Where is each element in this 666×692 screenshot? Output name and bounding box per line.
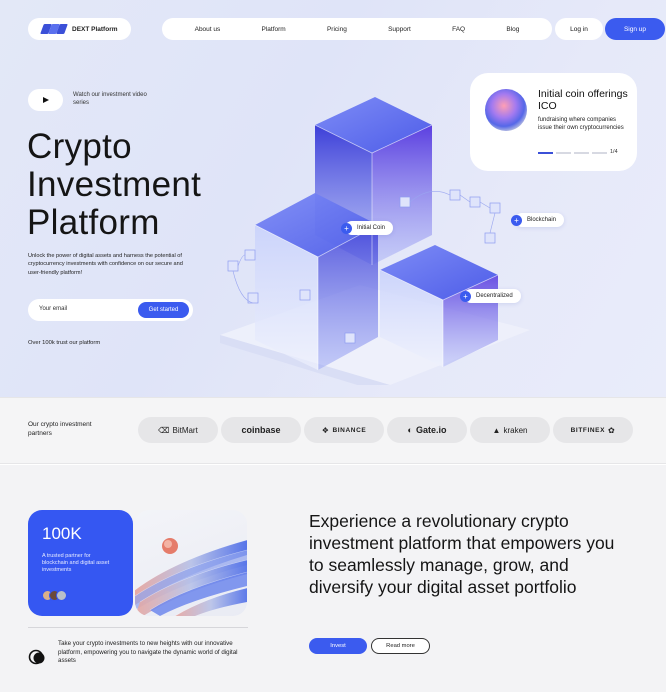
nav-link-blog[interactable]: Blog xyxy=(506,26,519,33)
partners-label: Our crypto investment partners xyxy=(28,421,92,437)
email-form: Your email Get started xyxy=(28,299,193,321)
bitmart-icon: ⌫ xyxy=(158,425,170,435)
email-input[interactable]: Your email xyxy=(39,306,67,312)
hero-title: Crypto Investment Platform xyxy=(27,128,201,242)
plus-icon: + xyxy=(460,290,471,302)
tag-blockchain[interactable]: + Blockchain xyxy=(511,213,565,227)
kraken-icon: ▲ xyxy=(492,425,501,435)
login-button[interactable]: Log in xyxy=(555,18,603,40)
partner-name: Gate.io xyxy=(415,425,447,435)
nav-link-support[interactable]: Support xyxy=(388,26,411,33)
signup-button[interactable]: Sign up xyxy=(605,18,665,40)
partner-binance[interactable]: ❖ BINANCE xyxy=(304,417,384,443)
partner-name: coinbase xyxy=(241,425,281,435)
crypto-coins-icon xyxy=(28,649,45,665)
nav-link-pricing[interactable]: Pricing xyxy=(327,26,347,33)
partners-section: Our crypto investment partners ⌫ BitMart… xyxy=(0,397,666,464)
read-more-button[interactable]: Read more xyxy=(371,638,430,654)
nav-link-platform[interactable]: Platform xyxy=(262,26,286,33)
hero-description: Unlock the power of digital assets and h… xyxy=(28,253,183,276)
stat-description: A trusted partner for blockchain and dig… xyxy=(42,553,110,573)
avatar xyxy=(56,590,67,601)
abstract-art-graphic xyxy=(135,538,247,616)
partner-gateio[interactable]: ◐ Gate.io xyxy=(387,417,467,443)
play-icon xyxy=(42,97,49,103)
hero-title-line: Platform xyxy=(27,203,160,242)
partner-name: BitMart xyxy=(172,425,198,435)
section-headline: Experience a revolutionary crypto invest… xyxy=(309,511,615,597)
tag-label: Blockchain xyxy=(527,217,557,223)
nav-link-faq[interactable]: FAQ xyxy=(452,26,465,33)
tag-label: Decentralized xyxy=(476,293,513,299)
stat-card: 100K A trusted partner for blockchain an… xyxy=(28,510,133,616)
plus-icon: + xyxy=(511,214,522,226)
plus-icon: + xyxy=(341,222,352,234)
binance-icon: ❖ xyxy=(321,425,330,435)
body-text: Take your crypto investments to new heig… xyxy=(58,640,238,664)
divider xyxy=(28,627,248,628)
partner-kraken[interactable]: ▲ kraken xyxy=(470,417,550,443)
stat-number: 100K xyxy=(42,524,82,543)
carousel-page: 1/4 xyxy=(610,149,618,155)
bitfinex-icon: ✿ xyxy=(608,425,616,435)
tag-label: Initial Coin xyxy=(357,225,386,231)
tag-decentralized[interactable]: + Decentralized xyxy=(460,289,521,303)
ico-title: Initial coin offerings ICO xyxy=(538,88,628,112)
play-button[interactable] xyxy=(28,89,63,111)
ico-info-card[interactable]: Initial coin offerings ICO fundraising w… xyxy=(470,73,637,171)
brand-name: DEXT Platform xyxy=(72,25,118,33)
tag-initial-coin[interactable]: + Initial Coin xyxy=(341,221,394,235)
top-nav: DEXT Platform About us Platform Pricing … xyxy=(28,18,665,40)
partner-name: kraken xyxy=(503,425,528,435)
gateio-icon: ◐ xyxy=(407,425,413,435)
nav-link-about[interactable]: About us xyxy=(195,26,221,33)
logo-icon xyxy=(40,24,68,34)
ico-orb-image xyxy=(485,89,527,131)
carousel-progress[interactable] xyxy=(538,152,607,154)
partner-name: BINANCE xyxy=(332,426,367,434)
watch-video-text: Watch our investment video series xyxy=(73,92,147,106)
partner-bitmart[interactable]: ⌫ BitMart xyxy=(138,417,218,443)
trust-text: Over 100k trust our platform xyxy=(28,340,101,346)
abstract-art-card xyxy=(135,510,247,616)
partner-name: BITFINEX xyxy=(570,426,606,434)
avatar-group xyxy=(42,590,67,601)
hero-title-line: Crypto xyxy=(27,127,132,166)
watch-video: Watch our investment video series xyxy=(28,89,148,111)
invest-button[interactable]: Invest xyxy=(309,638,367,654)
partner-coinbase[interactable]: coinbase xyxy=(221,417,301,443)
partner-bitfinex[interactable]: BITFINEX ✿ xyxy=(553,417,633,443)
hero-title-line: Investment xyxy=(27,165,202,204)
hero-section: DEXT Platform About us Platform Pricing … xyxy=(0,0,666,397)
about-section: 100K A trusted partner for blockchain an… xyxy=(0,465,666,692)
get-started-button[interactable]: Get started xyxy=(138,302,189,318)
nav-links: About us Platform Pricing Support FAQ Bl… xyxy=(162,18,552,40)
brand-logo[interactable]: DEXT Platform xyxy=(28,18,131,40)
ico-description: fundraising where companies issue their … xyxy=(538,117,624,131)
